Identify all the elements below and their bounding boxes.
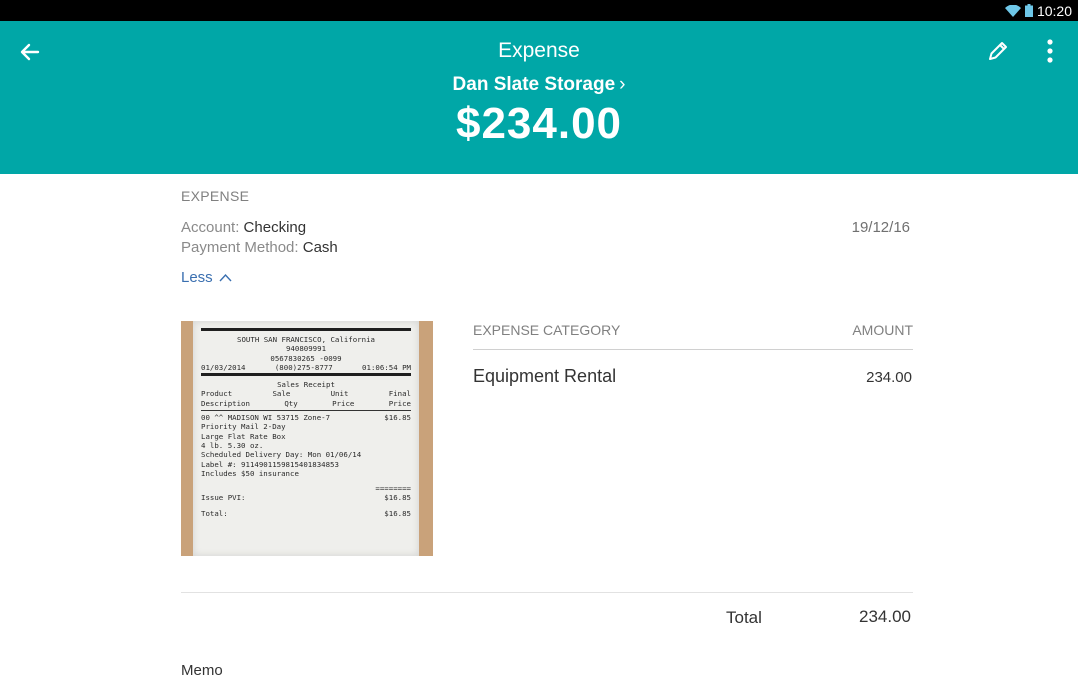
less-label: Less (181, 269, 213, 286)
receipt-time: 01:06:54 PM (362, 362, 411, 372)
receipt-item5: Scheduled Delivery Day: Mon 01/06/14 (201, 450, 362, 460)
receipt-col-sale: Sale (272, 389, 291, 399)
total-divider (181, 592, 913, 593)
receipt-item1: 00 ^^ MADISON WI 53715 Zone-7 (201, 413, 331, 423)
category-row-name[interactable]: Equipment Rental (473, 366, 616, 387)
expense-date: 19/12/16 (851, 219, 910, 236)
receipt-divider (201, 410, 411, 412)
payee-link[interactable]: Dan Slate Storage › (0, 74, 1078, 96)
receipt-equals-row: ======== (201, 484, 411, 493)
receipt-id1: 940809991 (285, 344, 327, 354)
receipt-col-price2: Price (388, 398, 411, 408)
more-vertical-icon (1047, 39, 1053, 63)
chevron-up-icon (219, 273, 232, 282)
account-value: Checking (243, 219, 307, 236)
receipt-col-row1: Product Sale Unit Final (201, 389, 411, 398)
receipt-issue-value: $16.85 (384, 493, 411, 503)
edit-button[interactable] (984, 37, 1012, 65)
receipt-col-unit: Unit (330, 389, 349, 399)
receipt-paper: SOUTH SAN FRANCISCO, California 94080999… (193, 321, 419, 556)
account-label: Account: (181, 219, 240, 236)
chevron-right-icon: › (619, 74, 626, 95)
amount-column-header: AMOUNT (852, 322, 913, 338)
total-value: 234.00 (859, 607, 911, 626)
receipt-item1-price: $16.85 (384, 413, 411, 423)
status-time: 10:20 (1036, 2, 1072, 19)
receipt-item2: Priority Mail 2-Day (201, 422, 286, 432)
status-icons: 10:20 (1004, 2, 1072, 19)
payment-method-label: Payment Method: (181, 239, 299, 256)
receipt-title: Sales Receipt (277, 380, 335, 390)
battery-icon (1024, 4, 1033, 17)
payment-method-value: Cash (302, 239, 338, 256)
wifi-icon (1004, 4, 1021, 17)
category-column-header: EXPENSE CATEGORY (473, 322, 621, 338)
receipt-issue-row: Issue PVI: $16.85 (201, 493, 411, 502)
receipt-col-final: Final (388, 389, 411, 399)
more-options-button[interactable] (1038, 37, 1062, 65)
receipt-city: SOUTH SAN FRANCISCO, California (237, 335, 375, 344)
receipt-col-product: Product (201, 389, 233, 399)
receipt-col-description: Description (201, 398, 250, 408)
receipt-date-row: 01/03/2014 (800)275-8777 01:06:54 PM (201, 363, 411, 372)
receipt-divider (201, 328, 411, 331)
receipt-col-qty: Qty (284, 398, 298, 408)
app-header: Expense Dan Slate Storage › $234.00 (0, 21, 1078, 174)
total-label: Total (726, 608, 762, 627)
receipt-item-row: 00 ^^ MADISON WI 53715 Zone-7 $16.85 (201, 413, 411, 422)
receipt-item3: Large Flat Rate Box (201, 431, 286, 441)
receipt-phone: (800)275-8777 (274, 362, 333, 372)
expense-amount: $234.00 (455, 99, 623, 148)
page-title: Expense (498, 39, 580, 62)
receipt-total-label: Total: (201, 508, 228, 518)
receipt-item6: Label #: 9114901159815401834853 (201, 459, 339, 469)
payee-name: Dan Slate Storage (452, 74, 616, 95)
receipt-total-value: $16.85 (384, 508, 411, 518)
receipt-equals: ======== (375, 484, 411, 494)
receipt-item4: 4 lb. 5.30 oz. (201, 440, 264, 450)
receipt-col-row2: Description Qty Price Price (201, 399, 411, 408)
receipt-item7: Includes $50 insurance (201, 468, 299, 478)
status-bar: 10:20 (0, 0, 1078, 21)
account-info: Account: Checking (181, 219, 306, 236)
payment-method-info: Payment Method: Cash (181, 239, 338, 256)
memo-label: Memo (181, 662, 223, 679)
section-label-expense: EXPENSE (181, 188, 250, 204)
receipt-id2: 0567830265 -0099 (270, 353, 342, 363)
pencil-icon (989, 42, 1007, 60)
receipt-total-row: Total: $16.85 (201, 509, 411, 518)
less-toggle[interactable]: Less (181, 269, 232, 286)
receipt-divider (201, 373, 411, 377)
receipt-date: 01/03/2014 (201, 362, 246, 372)
receipt-image[interactable]: SOUTH SAN FRANCISCO, California 94080999… (181, 321, 433, 556)
category-header-divider (473, 349, 913, 350)
receipt-issue-label: Issue PVI: (201, 493, 246, 503)
category-row-amount: 234.00 (866, 369, 912, 386)
receipt-col-price: Price (332, 398, 355, 408)
